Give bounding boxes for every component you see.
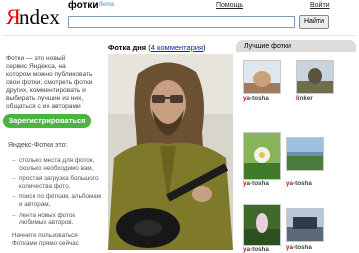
- photo-of-day-image[interactable]: [108, 54, 233, 250]
- thumb-image: [244, 205, 280, 245]
- feature-item: – простая загрузка большого количества ф…: [12, 175, 100, 190]
- photo-of-day-heading: Фотка дня (4 комментария): [108, 43, 206, 52]
- feature-line: поиск по фоткам, альбомам: [19, 193, 102, 201]
- register-button[interactable]: Зарегистрироваться: [3, 114, 91, 128]
- yandex-logo[interactable]: Я ndex: [6, 5, 60, 29]
- intro-line: сервис Яндекса, на: [6, 63, 66, 70]
- intro-text: Фотки — это новый сервис Яндекса, на кот…: [6, 55, 96, 111]
- feature-line: столько места для фоток,: [19, 157, 95, 164]
- best-photo-thumb[interactable]: [243, 132, 281, 180]
- thumb-image: [287, 209, 323, 241]
- intro-line: свои фотки, смотреть фотки: [6, 79, 93, 86]
- feature-line: любимых авторов.: [19, 219, 74, 227]
- service-name[interactable]: фотки: [68, 0, 99, 11]
- guitarist-photo: [108, 54, 233, 250]
- dash-icon: –: [12, 175, 16, 183]
- features-list: – столько места для фоток, сколько необх…: [12, 157, 102, 230]
- feature-line: количества фото,: [19, 182, 71, 190]
- help-link[interactable]: Помощь: [216, 2, 243, 9]
- thumb-author[interactable]: ya-tosha: [286, 180, 312, 187]
- intro-line: других, комментировать и: [6, 87, 86, 94]
- photo-of-day-title: Фотка дня: [108, 43, 147, 52]
- thumb-image: [297, 61, 333, 93]
- header-divider: [4, 35, 355, 36]
- search-input[interactable]: [68, 16, 295, 28]
- feature-item: – лента новых фоток любимых авторов.: [12, 212, 100, 227]
- feature-line: и авторам,: [19, 200, 51, 208]
- start-now-text: Начните пользоваться Фотками прямо сейча…: [12, 232, 79, 247]
- close-paren: ): [203, 43, 206, 52]
- best-photo-thumb[interactable]: [243, 60, 281, 94]
- best-photos-label: Лучшие фотки: [244, 43, 291, 50]
- intro-line: котором можно публиковать: [6, 71, 93, 78]
- thumb-author[interactable]: linker: [296, 95, 313, 102]
- best-photo-thumb[interactable]: [243, 204, 281, 246]
- start-now-line: Фотками прямо сейчас: [12, 239, 79, 247]
- intro-line: выбирать лучшие из них,: [6, 95, 84, 102]
- thumb-image: [287, 138, 323, 170]
- feature-item: – поиск по фоткам, альбомам и авторам,: [12, 193, 102, 208]
- login-link[interactable]: Войти: [310, 2, 330, 9]
- thumb-author[interactable]: ya-tosha: [243, 95, 269, 102]
- beta-label: бета: [99, 2, 114, 8]
- best-photo-thumb[interactable]: [296, 60, 334, 94]
- intro-line: общаться с их авторами: [6, 103, 81, 110]
- best-photo-thumb[interactable]: [286, 137, 324, 171]
- best-photo-thumb[interactable]: [286, 208, 324, 242]
- intro-line: Фотки — это новый: [6, 55, 66, 62]
- dash-icon: –: [12, 157, 16, 164]
- feature-item: – столько места для фоток, сколько необх…: [12, 157, 100, 172]
- features-title: Яндекс-Фотки это:: [8, 142, 68, 149]
- feature-line: сколько необходимо вам,: [19, 164, 94, 172]
- thumb-author[interactable]: ya-tosha: [243, 180, 269, 187]
- dash-icon: –: [12, 211, 16, 219]
- feature-line: простая загрузка большого: [19, 175, 99, 183]
- logo-rest: ndex: [19, 5, 60, 29]
- thumb-image: [244, 133, 280, 179]
- search-button[interactable]: Найти: [299, 15, 329, 29]
- dash-icon: –: [12, 193, 16, 201]
- start-now-line: Начните пользоваться: [12, 232, 78, 239]
- thumb-image: [244, 61, 280, 93]
- comments-link[interactable]: 4 комментария: [151, 43, 203, 52]
